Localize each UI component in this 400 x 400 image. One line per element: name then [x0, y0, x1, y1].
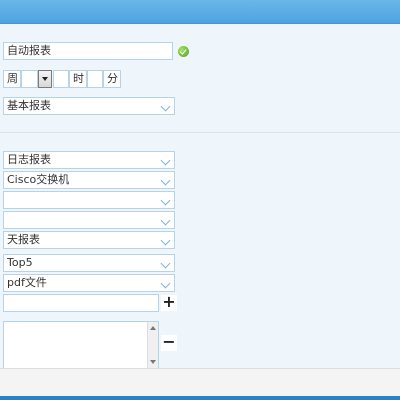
header-bar — [0, 0, 400, 24]
chevron-down-icon — [158, 275, 174, 291]
checkmark-circle-icon — [178, 46, 189, 57]
week-dropdown-button[interactable] — [38, 70, 52, 88]
scrollbar[interactable] — [147, 322, 158, 368]
minus-icon[interactable]: − — [161, 334, 177, 351]
chevron-down-icon — [158, 172, 174, 188]
chevron-down-icon — [158, 192, 174, 208]
chevron-down-icon — [158, 212, 174, 228]
section-divider — [0, 132, 400, 133]
plus-icon[interactable]: + — [161, 294, 177, 311]
minute-label: 分 — [107, 72, 118, 85]
week-label: 周 — [7, 72, 18, 85]
scroll-up-icon[interactable] — [150, 326, 156, 330]
chevron-down-icon — [158, 232, 174, 248]
minute-input[interactable] — [87, 70, 103, 88]
item-select[interactable] — [3, 211, 175, 229]
chevron-down-icon — [158, 255, 174, 271]
device-select[interactable] — [3, 191, 175, 209]
chevron-down-icon — [158, 98, 174, 114]
report-category-select[interactable]: 基本报表 — [3, 97, 175, 115]
report-name-input[interactable]: 自动报表 — [3, 42, 173, 60]
scroll-down-icon[interactable] — [150, 360, 156, 364]
report-type-value: 日志报表 — [7, 153, 51, 166]
period-value: 天报表 — [7, 233, 40, 246]
file-format-value: pdf文件 — [7, 276, 47, 289]
footer-bar — [0, 368, 400, 396]
week-select-value[interactable] — [21, 70, 38, 88]
top-n-select[interactable]: Top5 — [3, 254, 175, 272]
device-type-value: Cisco交换机 — [7, 173, 70, 186]
device-type-select[interactable]: Cisco交换机 — [3, 171, 175, 189]
period-select[interactable]: 天报表 — [3, 231, 175, 249]
hour-label: 时 — [73, 72, 84, 85]
footer-line — [0, 396, 400, 400]
hour-label-box: 时 — [69, 70, 87, 88]
hour-input[interactable] — [53, 70, 69, 88]
recipient-list[interactable] — [3, 321, 159, 369]
report-category-value: 基本报表 — [7, 99, 51, 112]
report-type-select[interactable]: 日志报表 — [3, 151, 175, 169]
top-n-value: Top5 — [7, 256, 33, 269]
chevron-down-icon — [158, 152, 174, 168]
file-format-select[interactable]: pdf文件 — [3, 274, 175, 292]
week-label-box: 周 — [3, 70, 21, 88]
recipient-input[interactable] — [3, 294, 159, 312]
minute-label-box: 分 — [103, 70, 121, 88]
